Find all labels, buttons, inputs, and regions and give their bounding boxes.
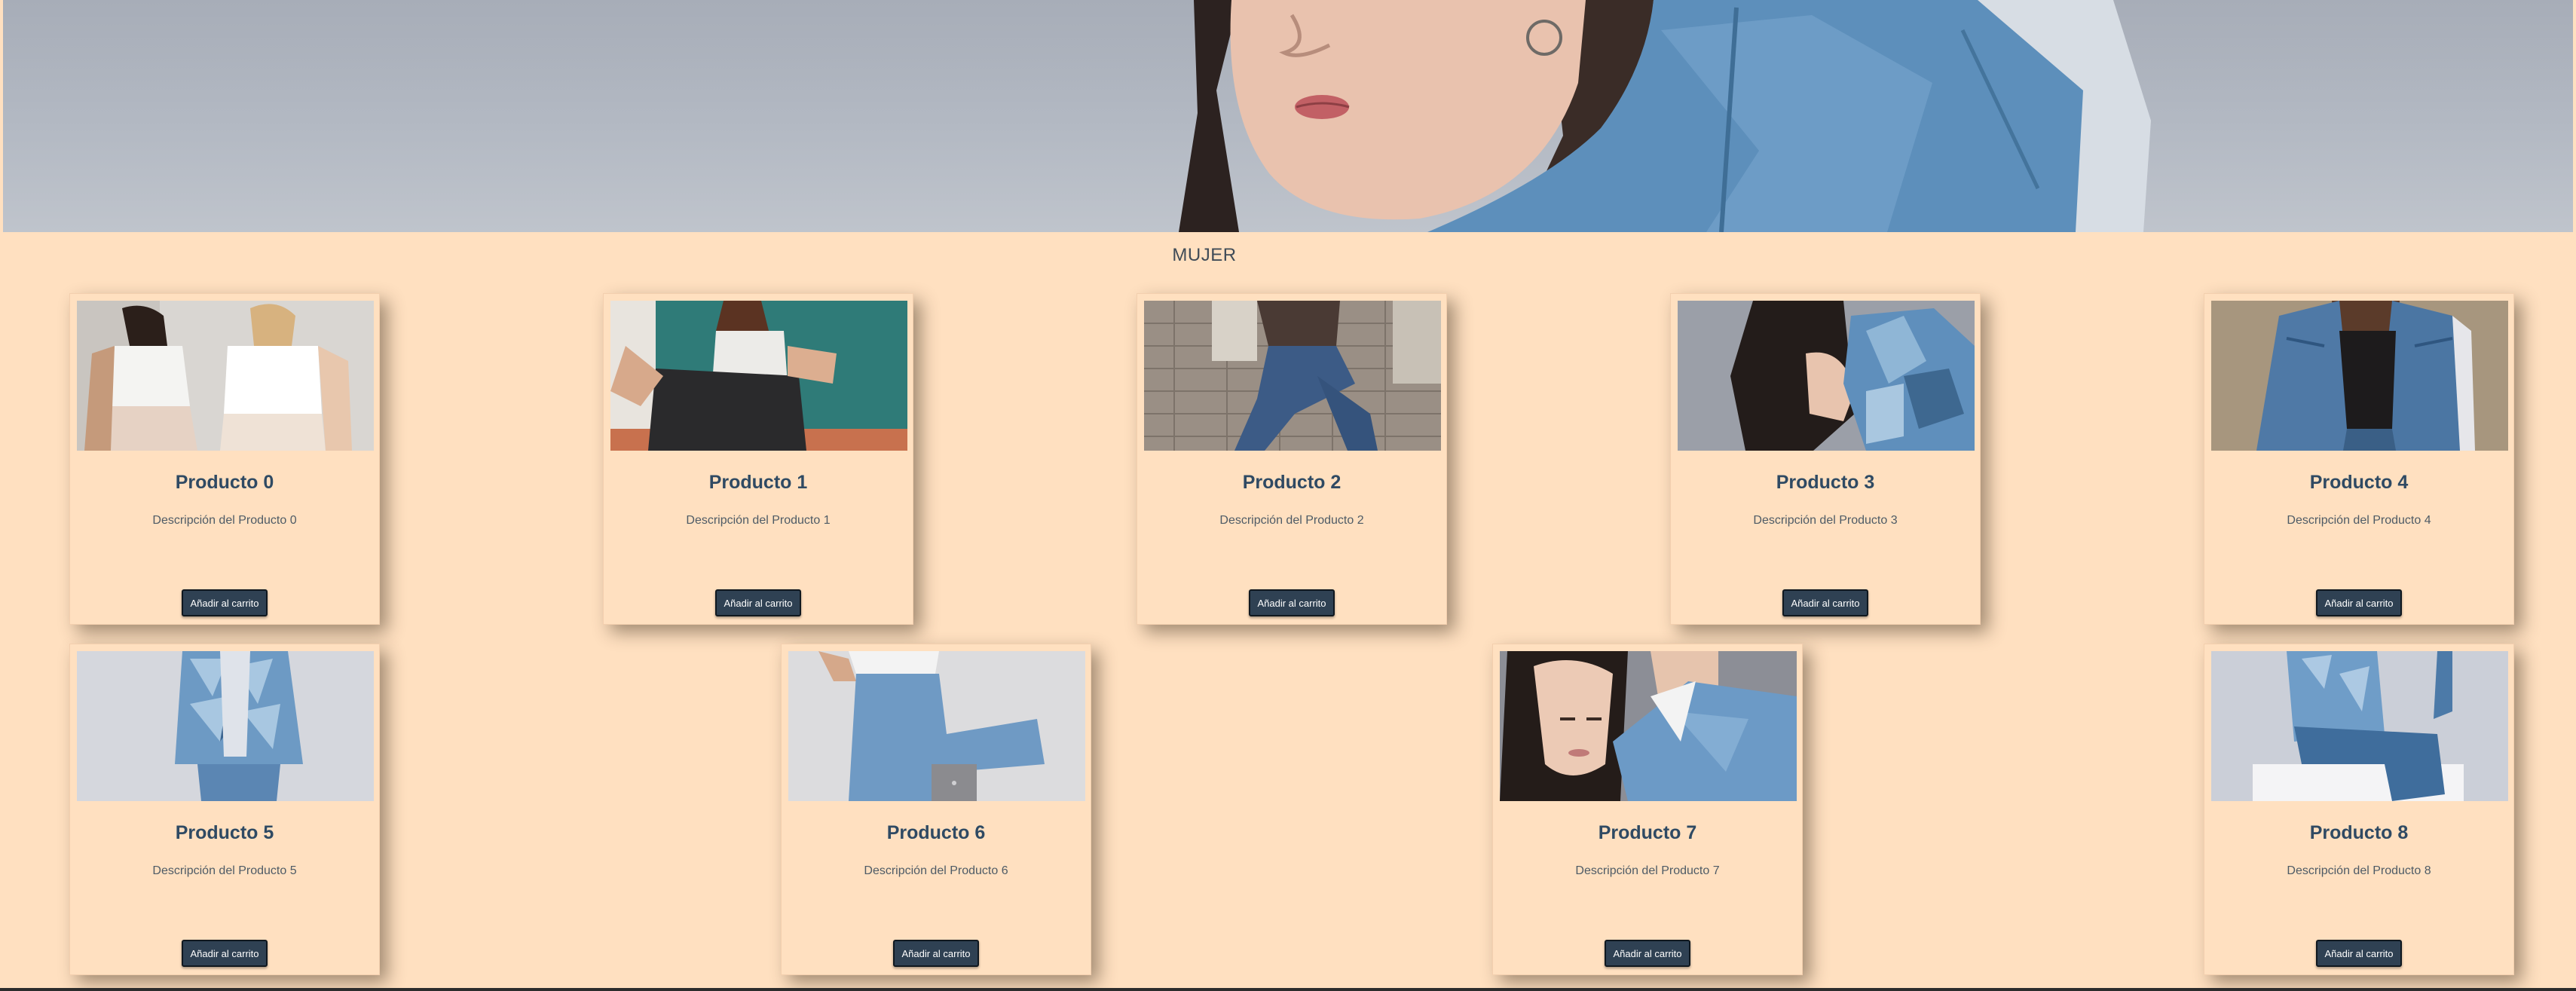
product-description: Descripción del Producto 1 xyxy=(686,514,831,527)
product-name: Producto 2 xyxy=(1242,472,1342,493)
add-to-cart-button[interactable]: Añadir al carrito xyxy=(1605,940,1690,967)
product-description: Descripción del Producto 3 xyxy=(1753,514,1898,527)
add-to-cart-button[interactable]: Añadir al carrito xyxy=(182,589,268,616)
hero-image xyxy=(1179,0,2151,232)
product-description: Descripción del Producto 5 xyxy=(152,864,297,877)
product-description: Descripción del Producto 7 xyxy=(1575,864,1720,877)
add-to-cart-button[interactable]: Añadir al carrito xyxy=(182,940,268,967)
product-description: Descripción del Producto 8 xyxy=(2287,864,2431,877)
product-photo xyxy=(2211,301,2508,451)
add-to-cart-button[interactable]: Añadir al carrito xyxy=(2316,589,2402,616)
product-card: Producto 3 Descripción del Producto 3 Añ… xyxy=(1670,293,1981,625)
product-name: Producto 6 xyxy=(886,822,986,843)
product-photo xyxy=(1144,301,1441,451)
product-image[interactable] xyxy=(1678,301,1975,451)
product-image[interactable] xyxy=(610,301,907,451)
product-card: Producto 7 Descripción del Producto 7 Añ… xyxy=(1492,644,1803,975)
product-photo xyxy=(788,651,1085,801)
product-image[interactable] xyxy=(788,651,1085,801)
product-photo xyxy=(1500,651,1797,801)
product-image[interactable] xyxy=(1500,651,1797,801)
product-card: Producto 4 Descripción del Producto 4 Añ… xyxy=(2204,293,2514,625)
product-image[interactable] xyxy=(77,301,374,451)
product-description: Descripción del Producto 4 xyxy=(2287,514,2431,527)
product-description: Descripción del Producto 0 xyxy=(152,514,297,527)
product-name: Producto 4 xyxy=(2309,472,2409,493)
product-photo xyxy=(2211,651,2508,801)
bottom-border xyxy=(0,988,2576,991)
product-photo xyxy=(610,301,907,451)
add-to-cart-button[interactable]: Añadir al carrito xyxy=(715,589,801,616)
add-to-cart-button[interactable]: Añadir al carrito xyxy=(2316,940,2402,967)
product-card: Producto 1 Descripción del Producto 1 Añ… xyxy=(603,293,913,625)
product-name: Producto 3 xyxy=(1776,472,1875,493)
product-name: Producto 0 xyxy=(175,472,274,493)
product-card: Producto 2 Descripción del Producto 2 Añ… xyxy=(1137,293,1447,625)
product-image[interactable] xyxy=(2211,301,2508,451)
product-image[interactable] xyxy=(77,651,374,801)
product-image[interactable] xyxy=(1144,301,1441,451)
product-card: Producto 5 Descripción del Producto 5 Añ… xyxy=(69,644,380,975)
product-photo xyxy=(77,301,374,451)
product-card: Producto 8 Descripción del Producto 8 Añ… xyxy=(2204,644,2514,975)
product-photo xyxy=(1678,301,1975,451)
section-title: MUJER xyxy=(1172,245,1237,265)
product-card: Producto 6 Descripción del Producto 6 Añ… xyxy=(781,644,1091,975)
product-card: Producto 0 Descripción del Producto 0 Añ… xyxy=(69,293,380,625)
product-image[interactable] xyxy=(2211,651,2508,801)
add-to-cart-button[interactable]: Añadir al carrito xyxy=(1782,589,1868,616)
hero-banner xyxy=(3,0,2573,232)
product-name: Producto 1 xyxy=(708,472,808,493)
product-photo xyxy=(77,651,374,801)
product-name: Producto 7 xyxy=(1598,822,1697,843)
product-description: Descripción del Producto 2 xyxy=(1219,514,1364,527)
product-description: Descripción del Producto 6 xyxy=(864,864,1008,877)
add-to-cart-button[interactable]: Añadir al carrito xyxy=(893,940,979,967)
product-name: Producto 8 xyxy=(2309,822,2409,843)
product-name: Producto 5 xyxy=(175,822,274,843)
add-to-cart-button[interactable]: Añadir al carrito xyxy=(1249,589,1335,616)
